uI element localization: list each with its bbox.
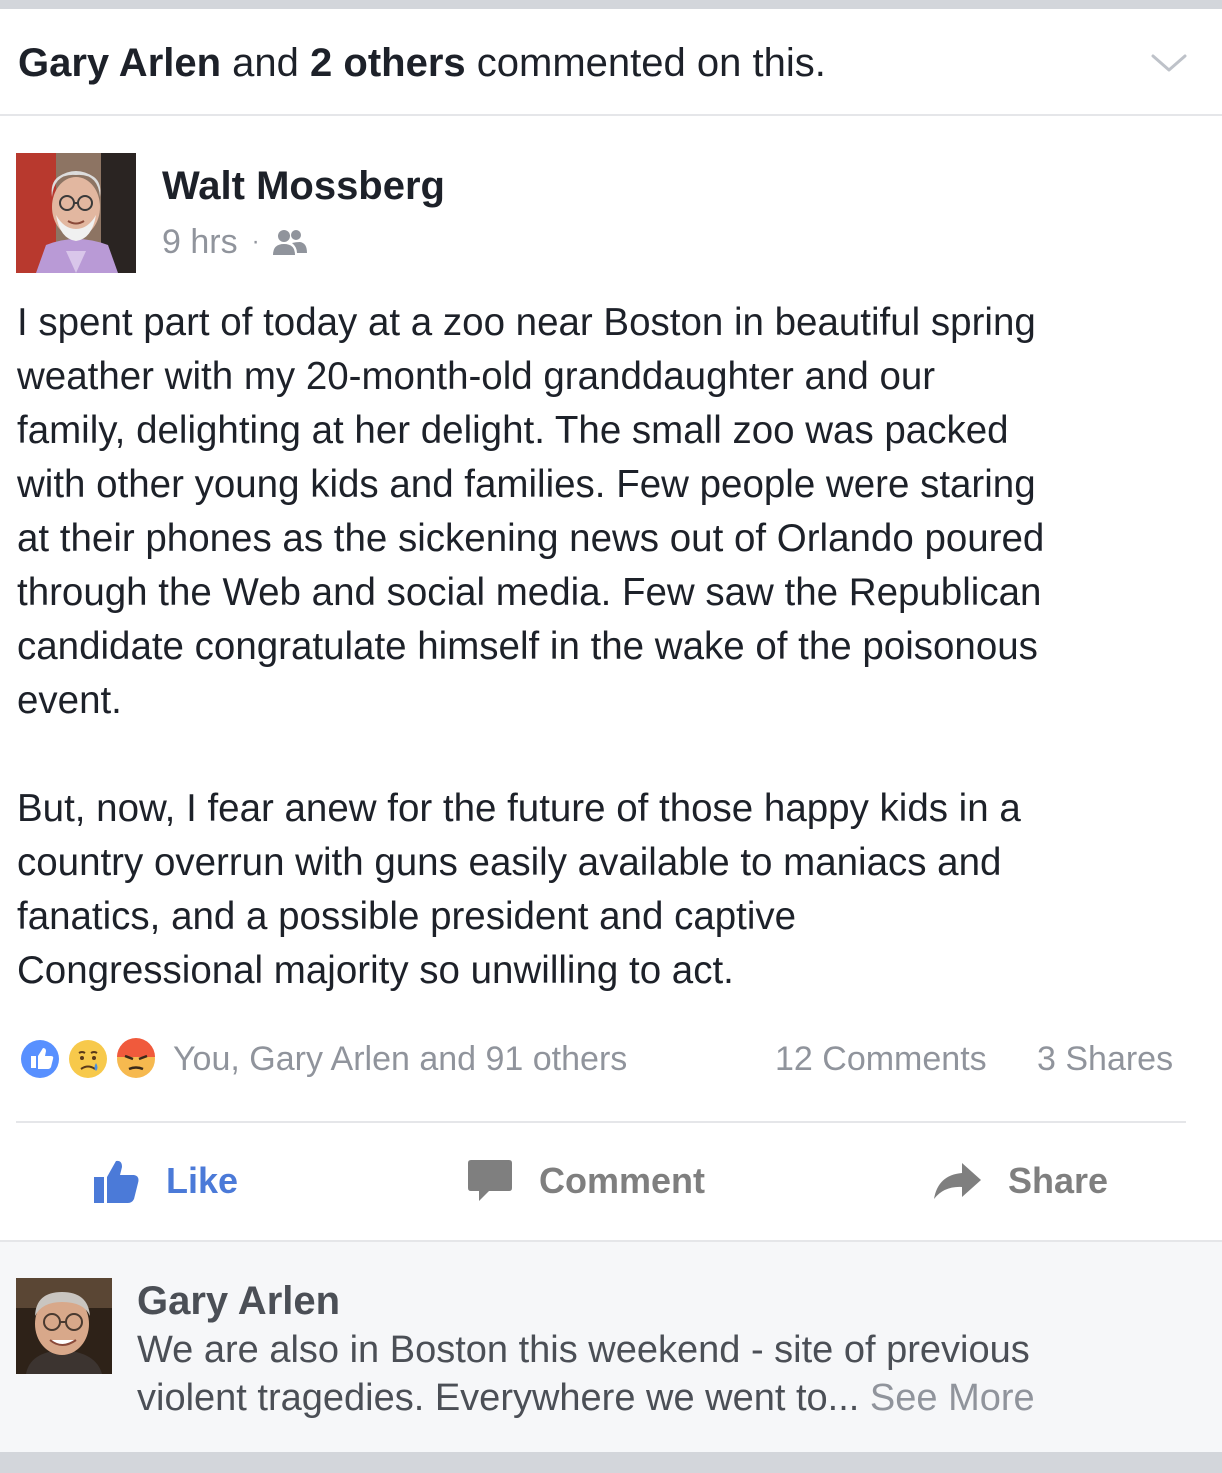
- activity-header-text: Gary Arlen and 2 others commented on thi…: [18, 39, 826, 87]
- comments-count[interactable]: 12 Comments: [775, 1038, 987, 1080]
- share-button[interactable]: Share: [932, 1151, 1108, 1211]
- reaction-icons: [18, 1037, 158, 1081]
- post-time[interactable]: 9 hrs: [162, 222, 238, 262]
- post-paragraph-1: I spent part of today at a zoo near Bost…: [17, 301, 1045, 722]
- see-more-link[interactable]: See More: [870, 1377, 1035, 1419]
- speech-bubble-icon: [468, 1160, 512, 1201]
- comment-button[interactable]: Comment: [467, 1151, 705, 1211]
- reactions-summary[interactable]: You, Gary Arlen and 91 others 12 Comment…: [16, 1036, 1196, 1082]
- commenter-name[interactable]: Gary Arlen: [137, 1278, 340, 1324]
- friends-icon: [272, 230, 307, 255]
- author-avatar[interactable]: [16, 153, 136, 273]
- comment-preview[interactable]: Gary Arlen We are also in Boston this we…: [0, 1240, 1222, 1452]
- sad-reaction-icon: [66, 1037, 110, 1081]
- post-card: Walt Mossberg 9 hrs · I spent part of to…: [0, 118, 1222, 1240]
- shares-count[interactable]: 3 Shares: [1037, 1038, 1173, 1080]
- like-label: Like: [166, 1160, 239, 1201]
- header-others[interactable]: 2 others: [310, 41, 466, 85]
- post-actions: Like Comment Share: [0, 1123, 1222, 1240]
- like-button[interactable]: Like: [92, 1151, 238, 1211]
- author-name[interactable]: Walt Mossberg: [162, 162, 445, 210]
- meta-separator: ·: [251, 228, 260, 255]
- top-separator: [0, 0, 1222, 9]
- post-body: I spent part of today at a zoo near Bost…: [17, 296, 1207, 998]
- activity-header[interactable]: Gary Arlen and 2 others commented on thi…: [0, 9, 1222, 116]
- header-and: and: [232, 41, 299, 85]
- post-meta: 9 hrs ·: [162, 222, 308, 262]
- chevron-down-icon[interactable]: [1150, 47, 1188, 77]
- header-name[interactable]: Gary Arlen: [18, 41, 221, 85]
- comment-text: We are also in Boston this weekend - sit…: [137, 1326, 1197, 1422]
- bottom-separator: [0, 1452, 1222, 1473]
- share-arrow-icon: [934, 1163, 981, 1199]
- like-reaction-icon: [18, 1037, 62, 1081]
- header-suffix: commented on this.: [476, 41, 826, 85]
- commenter-avatar[interactable]: [16, 1278, 112, 1374]
- share-label: Share: [1008, 1160, 1109, 1201]
- post-paragraph-2: But, now, I fear anew for the future of …: [17, 787, 1021, 992]
- reactions-text[interactable]: You, Gary Arlen and 91 others: [173, 1038, 627, 1080]
- comment-label: Comment: [539, 1160, 706, 1201]
- angry-reaction-icon: [114, 1037, 158, 1081]
- thumbs-up-icon: [94, 1160, 139, 1203]
